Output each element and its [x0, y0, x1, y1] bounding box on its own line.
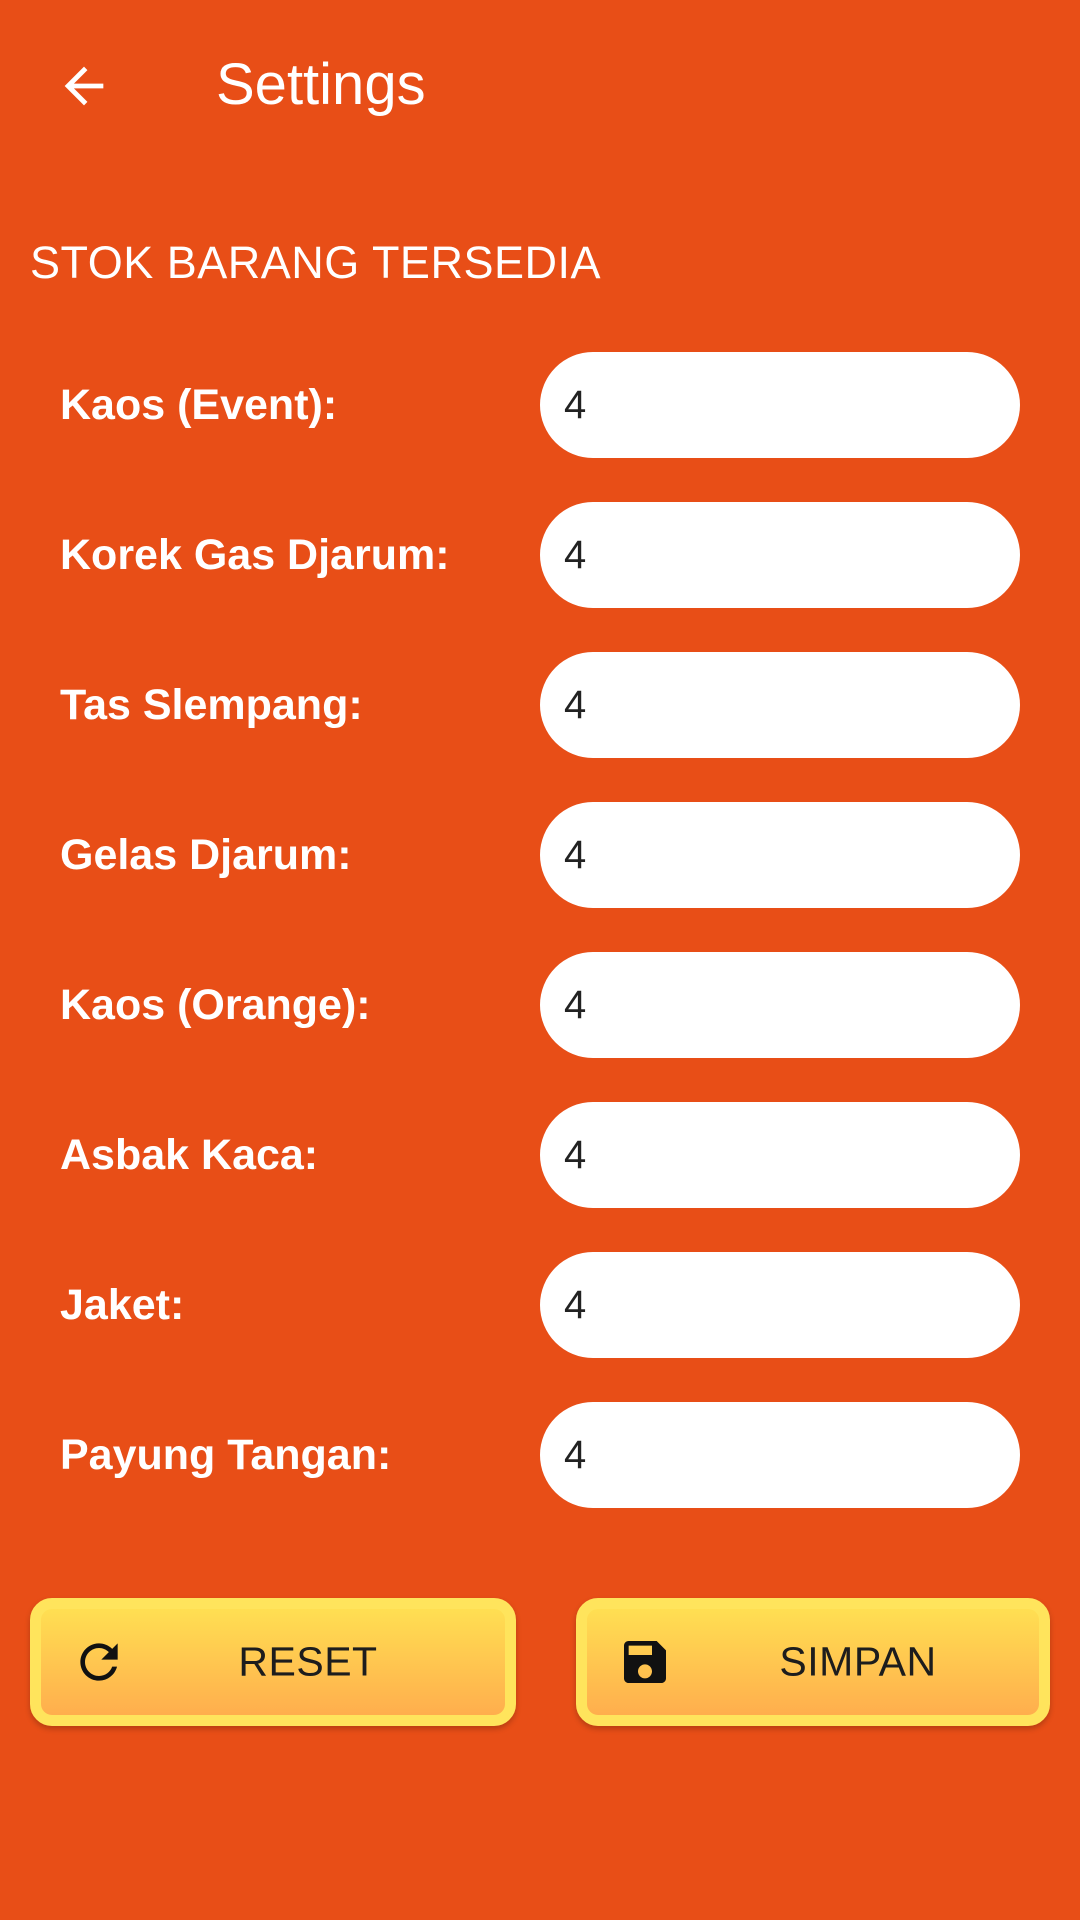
- back-button[interactable]: [42, 44, 126, 128]
- stock-form: Kaos (Event): Korek Gas Djarum: Tas Slem…: [0, 352, 1080, 1552]
- stock-label: Tas Slempang:: [60, 681, 363, 729]
- stock-label: Kaos (Event):: [60, 381, 338, 429]
- stock-input-jaket[interactable]: [540, 1252, 1020, 1358]
- reset-button-label: RESET: [238, 1638, 378, 1685]
- stock-label: Kaos (Orange):: [60, 981, 371, 1029]
- stock-input-kaos-event[interactable]: [540, 352, 1020, 458]
- stock-row-korek-gas-djarum: Korek Gas Djarum:: [0, 502, 1080, 652]
- stock-input-korek-gas-djarum[interactable]: [540, 502, 1020, 608]
- arrow-left-icon: [64, 66, 104, 106]
- reset-button[interactable]: RESET: [30, 1598, 516, 1726]
- stock-label: Gelas Djarum:: [60, 831, 352, 879]
- stock-input-gelas-djarum[interactable]: [540, 802, 1020, 908]
- stock-label: Payung Tangan:: [60, 1431, 392, 1479]
- stock-row-kaos-orange: Kaos (Orange):: [0, 952, 1080, 1102]
- stock-input-asbak-kaca[interactable]: [540, 1102, 1020, 1208]
- stock-label: Asbak Kaca:: [60, 1131, 319, 1179]
- section-title: STOK BARANG TERSEDIA: [30, 237, 601, 288]
- app-bar: Settings: [0, 0, 1080, 170]
- stock-label: Jaket:: [60, 1281, 185, 1329]
- page-title: Settings: [216, 52, 426, 117]
- stock-input-payung-tangan[interactable]: [540, 1402, 1020, 1508]
- stock-row-tas-slempang: Tas Slempang:: [0, 652, 1080, 802]
- stock-input-kaos-orange[interactable]: [540, 952, 1020, 1058]
- stock-label: Korek Gas Djarum:: [60, 531, 450, 579]
- save-button-label: SIMPAN: [779, 1638, 937, 1685]
- stock-row-kaos-event: Kaos (Event):: [0, 352, 1080, 502]
- stock-input-tas-slempang[interactable]: [540, 652, 1020, 758]
- stock-row-asbak-kaca: Asbak Kaca:: [0, 1102, 1080, 1252]
- stock-row-gelas-djarum: Gelas Djarum:: [0, 802, 1080, 952]
- stock-row-payung-tangan: Payung Tangan:: [0, 1402, 1080, 1552]
- stock-row-jaket: Jaket:: [0, 1252, 1080, 1402]
- save-button[interactable]: SIMPAN: [576, 1598, 1050, 1726]
